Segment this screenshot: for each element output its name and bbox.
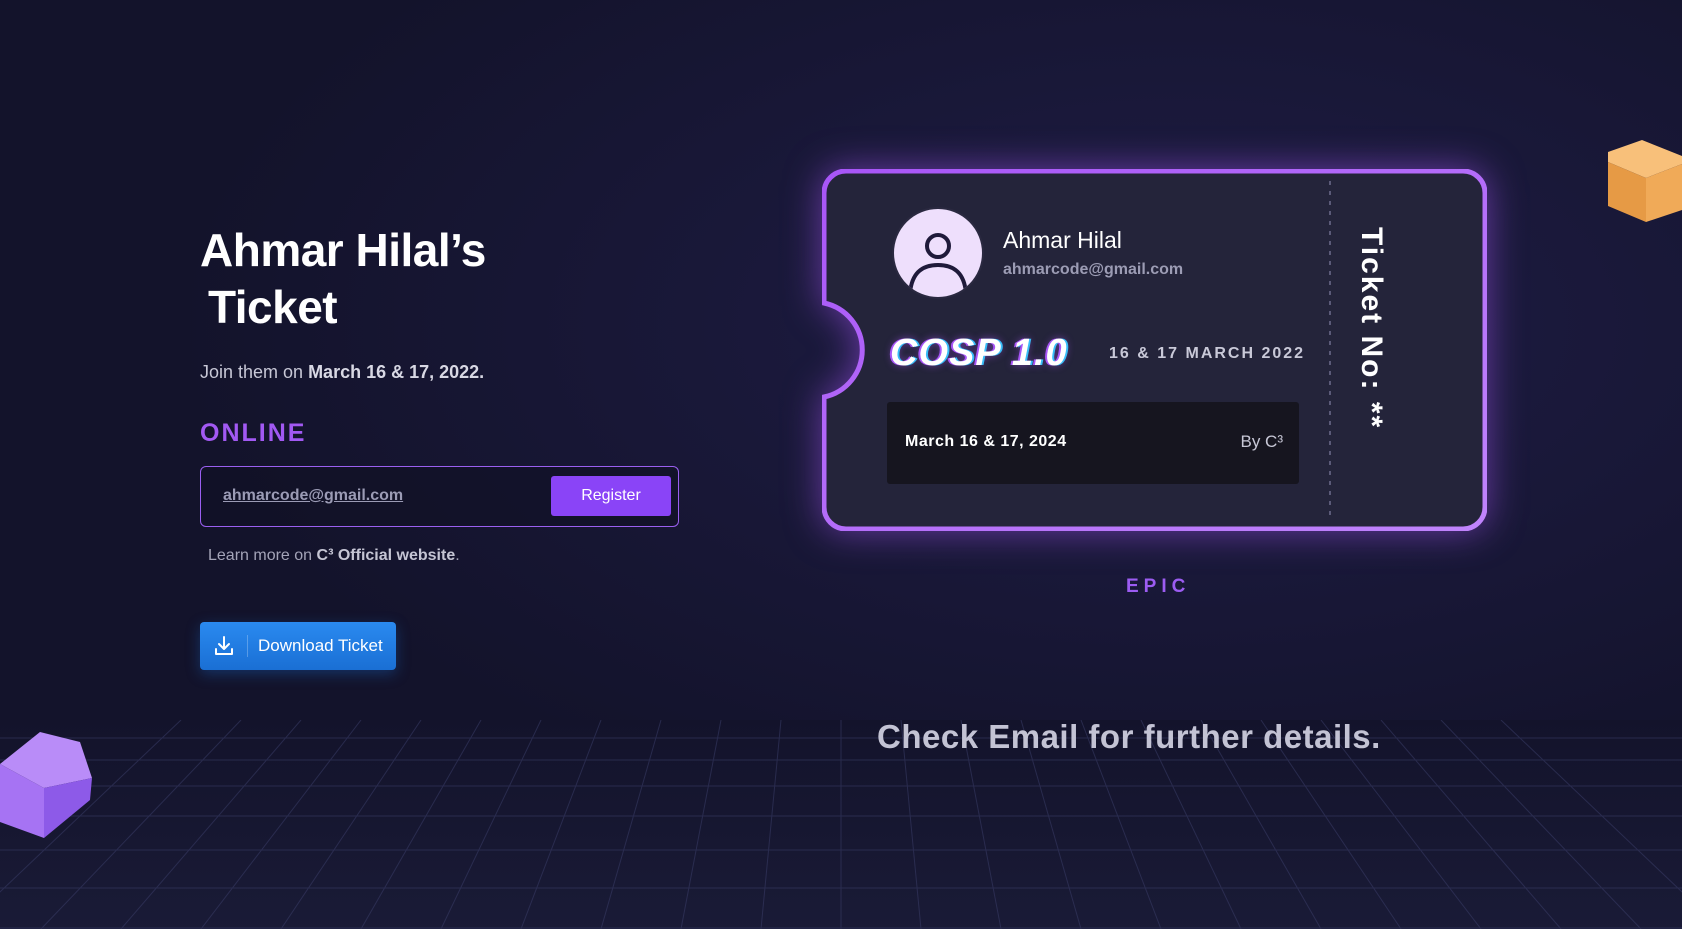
user-avatar-icon [892, 207, 984, 299]
grid-floor [0, 720, 1682, 929]
ticket-number: Ticket No: ** [1355, 227, 1388, 430]
online-label: ONLINE [200, 419, 307, 447]
ticket-holder-email: ahmarcode@gmail.com [1003, 261, 1184, 278]
page-title-line2: Ticket [208, 281, 338, 333]
purple-cube-icon [0, 732, 92, 838]
download-icon [200, 635, 248, 657]
check-email-message: Check Email for further details. [877, 718, 1381, 755]
event-logo: COSP 1.0 [890, 332, 1068, 374]
page-title-line1: Ahmar Hilal’s [200, 224, 486, 276]
learn-suffix: . [455, 547, 460, 564]
ticket-card: Ahmar Hilal ahmarcode@gmail.com COSP 1.0… [822, 169, 1487, 531]
ticket-holder-name: Ahmar Hilal [1003, 227, 1122, 253]
join-prefix: Join them on [200, 362, 309, 382]
strip-organizer: By C³ [1240, 432, 1284, 451]
download-ticket-button[interactable]: Download Ticket [200, 622, 396, 670]
register-email-field[interactable]: ahmarcode@gmail.com [223, 487, 403, 505]
strip-date: March 16 & 17, 2024 [905, 433, 1067, 450]
learn-more-text: Learn more on C³ Official website. [208, 547, 460, 565]
download-ticket-label: Download Ticket [258, 636, 383, 655]
event-date: 16 & 17 MARCH 2022 [1109, 345, 1306, 362]
register-form: ahmarcode@gmail.com Register [200, 466, 679, 527]
join-text: Join them on March 16 & 17, 2022. [200, 362, 484, 383]
learn-prefix: Learn more on [208, 547, 317, 564]
register-button[interactable]: Register [551, 476, 671, 516]
ticket-info-strip: March 16 & 17, 2024 By C³ [887, 402, 1299, 484]
orange-cube-icon [1608, 140, 1682, 222]
ticket-tier: EPIC [1126, 576, 1191, 597]
grid-floor-lines [0, 720, 1682, 929]
official-website-link[interactable]: C³ Official website [317, 547, 456, 564]
page-title: Ahmar Hilal’s Ticket [200, 222, 620, 336]
join-date: March 16 & 17, 2022. [308, 362, 485, 382]
